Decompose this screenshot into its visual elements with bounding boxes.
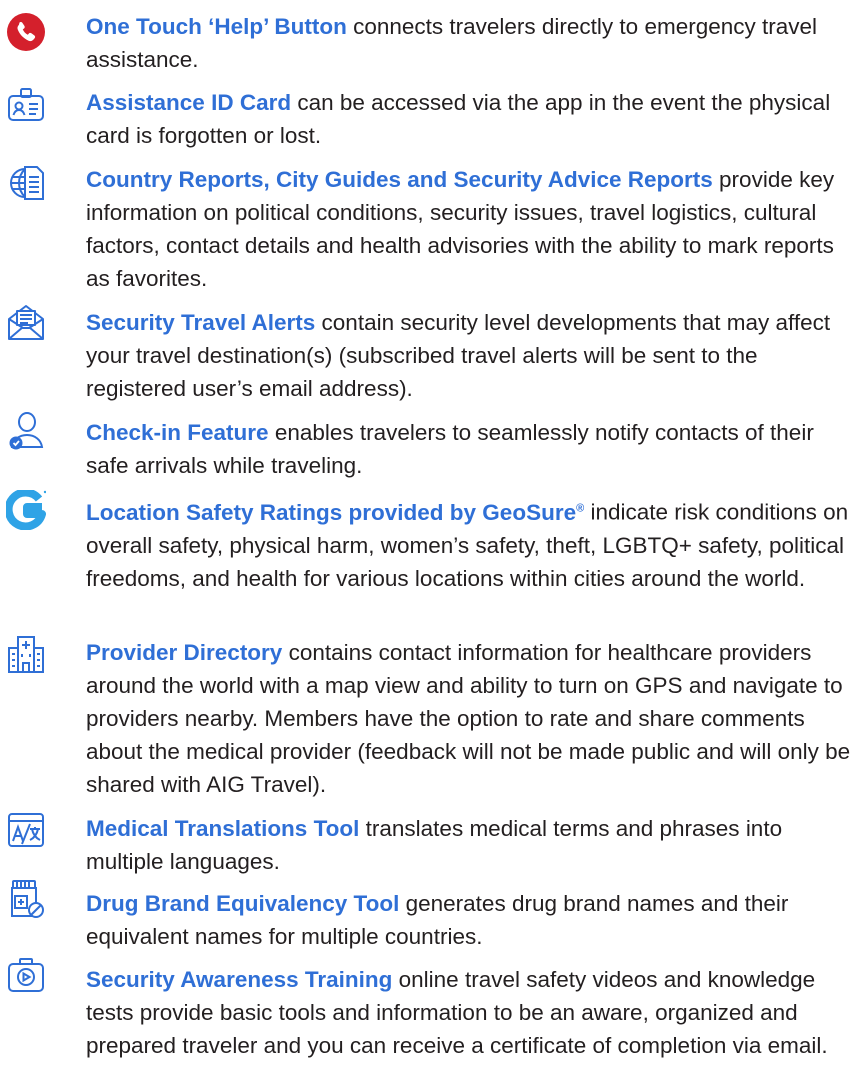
geosure-logo-icon: [6, 490, 46, 530]
feature-title: Security Travel Alerts: [86, 310, 316, 335]
feature-description: Country Reports, City Guides and Securit…: [86, 163, 856, 295]
phone-icon: [6, 12, 46, 52]
feature-list: One Touch ‘Help’ Button connects travele…: [0, 0, 866, 1078]
registered-mark: ®: [576, 502, 585, 514]
feature-description: Medical Translations Tool translates med…: [86, 812, 856, 878]
feature-description: Security Travel Alerts contain security …: [86, 306, 856, 405]
feature-description: One Touch ‘Help’ Button connects travele…: [86, 10, 856, 76]
feature-title: Location Safety Ratings provided by GeoS…: [86, 500, 584, 525]
video-play-icon: [6, 955, 46, 995]
feature-title: Country Reports, City Guides and Securit…: [86, 167, 713, 192]
feature-title-text: Location Safety Ratings provided by GeoS…: [86, 499, 577, 525]
feature-description: Location Safety Ratings provided by GeoS…: [86, 492, 856, 595]
feature-title: Check-in Feature: [86, 420, 269, 445]
translate-icon: [6, 810, 46, 850]
pill-bottle-icon: [6, 879, 46, 919]
envelope-icon: [6, 302, 46, 342]
user-check-icon: [6, 410, 46, 450]
globe-document-icon: [6, 163, 46, 203]
feature-description: Check-in Feature enables travelers to se…: [86, 416, 856, 482]
feature-title: Assistance ID Card: [86, 90, 292, 115]
id-card-icon: [6, 86, 46, 126]
feature-title: Security Awareness Training: [86, 967, 393, 992]
feature-description: Assistance ID Card can be accessed via t…: [86, 86, 856, 152]
feature-title: One Touch ‘Help’ Button: [86, 14, 347, 39]
hospital-icon: [6, 634, 46, 674]
feature-title: Drug Brand Equivalency Tool: [86, 891, 400, 916]
feature-description: Provider Directory contains contact info…: [86, 636, 856, 801]
feature-title: Medical Translations Tool: [86, 816, 360, 841]
feature-description: Drug Brand Equivalency Tool generates dr…: [86, 887, 856, 953]
feature-description: Security Awareness Training online trave…: [86, 963, 856, 1062]
feature-title: Provider Directory: [86, 640, 283, 665]
